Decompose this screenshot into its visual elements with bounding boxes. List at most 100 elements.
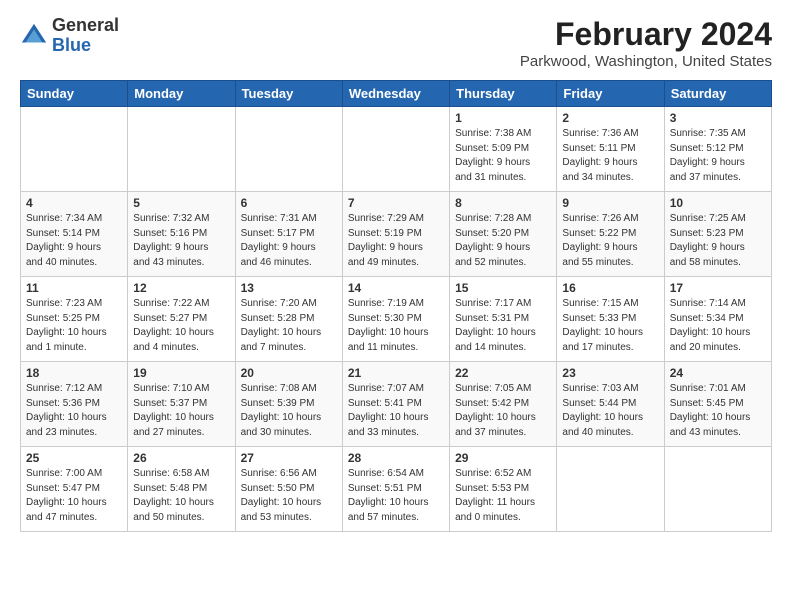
day-content: Sunrise: 7:22 AM Sunset: 5:27 PM Dayligh… [133, 297, 229, 355]
calendar-day-cell: 29Sunrise: 6:52 AM Sunset: 5:53 PM Dayli… [450, 447, 557, 532]
calendar-day-cell: 19Sunrise: 7:10 AM Sunset: 5:37 PM Dayli… [128, 362, 235, 447]
day-content: Sunrise: 7:17 AM Sunset: 5:31 PM Dayligh… [455, 297, 551, 355]
day-of-week-header: Wednesday [342, 81, 449, 107]
logo: General Blue [20, 16, 119, 56]
day-content: Sunrise: 7:36 AM Sunset: 5:11 PM Dayligh… [562, 127, 658, 185]
day-number: 5 [133, 196, 229, 210]
day-number: 3 [670, 111, 766, 125]
logo-general-text: General [52, 15, 119, 35]
page-header: General Blue February 2024 Parkwood, Was… [20, 16, 772, 70]
header-row: SundayMondayTuesdayWednesdayThursdayFrid… [21, 81, 772, 107]
day-content: Sunrise: 7:12 AM Sunset: 5:36 PM Dayligh… [26, 382, 122, 440]
day-number: 17 [670, 281, 766, 295]
calendar-day-cell: 6 Sunrise: 7:31 AM Sunset: 5:17 PM Daylig… [235, 192, 342, 277]
calendar-day-cell: 28Sunrise: 6:54 AM Sunset: 5:51 PM Dayli… [342, 447, 449, 532]
day-number: 23 [562, 366, 658, 380]
calendar-day-cell [128, 107, 235, 192]
day-number: 7 [348, 196, 444, 210]
calendar-day-cell: 10 Sunrise: 7:25 AM Sunset: 5:23 PM Dayli… [664, 192, 771, 277]
day-number: 26 [133, 451, 229, 465]
day-number: 9 [562, 196, 658, 210]
day-content: Sunrise: 7:32 AM Sunset: 5:16 PM Dayligh… [133, 212, 229, 270]
day-content: Sunrise: 7:23 AM Sunset: 5:25 PM Dayligh… [26, 297, 122, 355]
calendar-day-cell: 8Sunrise: 7:28 AM Sunset: 5:20 PM Daylig… [450, 192, 557, 277]
day-of-week-header: Thursday [450, 81, 557, 107]
calendar-day-cell: 14Sunrise: 7:19 AM Sunset: 5:30 PM Dayli… [342, 277, 449, 362]
day-of-week-header: Sunday [21, 81, 128, 107]
day-content: Sunrise: 7:19 AM Sunset: 5:30 PM Dayligh… [348, 297, 444, 355]
calendar-week-row: 25 Sunrise: 7:00 AM Sunset: 5:47 PM Dayli… [21, 447, 772, 532]
day-number: 24 [670, 366, 766, 380]
calendar-day-cell: 24 Sunrise: 7:01 AM Sunset: 5:45 PM Dayli… [664, 362, 771, 447]
day-number: 10 [670, 196, 766, 210]
day-content: Sunrise: 7:25 AM Sunset: 5:23 PM Dayligh… [670, 212, 766, 270]
day-number: 12 [133, 281, 229, 295]
calendar-day-cell: 9 Sunrise: 7:26 AM Sunset: 5:22 PM Daylig… [557, 192, 664, 277]
day-number: 15 [455, 281, 551, 295]
logo-icon [20, 22, 48, 50]
location-subtitle: Parkwood, Washington, United States [520, 53, 772, 70]
calendar-day-cell: 3 Sunrise: 7:35 AM Sunset: 5:12 PM Daylig… [664, 107, 771, 192]
calendar-day-cell: 22 Sunrise: 7:05 AM Sunset: 5:42 PM Dayli… [450, 362, 557, 447]
day-content: Sunrise: 7:05 AM Sunset: 5:42 PM Dayligh… [455, 382, 551, 440]
calendar-day-cell: 16 Sunrise: 7:15 AM Sunset: 5:33 PM Dayli… [557, 277, 664, 362]
day-of-week-header: Monday [128, 81, 235, 107]
day-content: Sunrise: 7:20 AM Sunset: 5:28 PM Dayligh… [241, 297, 337, 355]
logo-blue-text: Blue [52, 35, 91, 55]
day-content: Sunrise: 7:15 AM Sunset: 5:33 PM Dayligh… [562, 297, 658, 355]
day-number: 8 [455, 196, 551, 210]
day-content: Sunrise: 7:26 AM Sunset: 5:22 PM Dayligh… [562, 212, 658, 270]
month-year-title: February 2024 [520, 16, 772, 53]
day-content: Sunrise: 7:07 AM Sunset: 5:41 PM Dayligh… [348, 382, 444, 440]
calendar-day-cell: 23 Sunrise: 7:03 AM Sunset: 5:44 PM Dayli… [557, 362, 664, 447]
calendar-body: 1Sunrise: 7:38 AM Sunset: 5:09 PM Daylig… [21, 107, 772, 532]
day-number: 4 [26, 196, 122, 210]
day-number: 27 [241, 451, 337, 465]
calendar-day-cell: 20 Sunrise: 7:08 AM Sunset: 5:39 PM Dayli… [235, 362, 342, 447]
calendar-week-row: 11 Sunrise: 7:23 AM Sunset: 5:25 PM Dayli… [21, 277, 772, 362]
day-number: 20 [241, 366, 337, 380]
calendar-day-cell [664, 447, 771, 532]
calendar-day-cell [235, 107, 342, 192]
day-number: 22 [455, 366, 551, 380]
calendar-day-cell: 1Sunrise: 7:38 AM Sunset: 5:09 PM Daylig… [450, 107, 557, 192]
day-content: Sunrise: 7:29 AM Sunset: 5:19 PM Dayligh… [348, 212, 444, 270]
calendar-day-cell: 12 Sunrise: 7:22 AM Sunset: 5:27 PM Dayli… [128, 277, 235, 362]
calendar-day-cell: 13Sunrise: 7:20 AM Sunset: 5:28 PM Dayli… [235, 277, 342, 362]
day-number: 25 [26, 451, 122, 465]
day-number: 16 [562, 281, 658, 295]
day-number: 11 [26, 281, 122, 295]
day-number: 29 [455, 451, 551, 465]
day-number: 1 [455, 111, 551, 125]
day-content: Sunrise: 6:56 AM Sunset: 5:50 PM Dayligh… [241, 467, 337, 525]
calendar-header: SundayMondayTuesdayWednesdayThursdayFrid… [21, 81, 772, 107]
calendar-week-row: 4Sunrise: 7:34 AM Sunset: 5:14 PM Daylig… [21, 192, 772, 277]
day-number: 18 [26, 366, 122, 380]
day-content: Sunrise: 7:08 AM Sunset: 5:39 PM Dayligh… [241, 382, 337, 440]
calendar-day-cell [21, 107, 128, 192]
calendar-day-cell: 18 Sunrise: 7:12 AM Sunset: 5:36 PM Dayli… [21, 362, 128, 447]
calendar-day-cell: 17Sunrise: 7:14 AM Sunset: 5:34 PM Dayli… [664, 277, 771, 362]
day-content: Sunrise: 7:31 AM Sunset: 5:17 PM Dayligh… [241, 212, 337, 270]
day-content: Sunrise: 7:03 AM Sunset: 5:44 PM Dayligh… [562, 382, 658, 440]
day-number: 21 [348, 366, 444, 380]
calendar-day-cell: 11 Sunrise: 7:23 AM Sunset: 5:25 PM Dayli… [21, 277, 128, 362]
calendar-day-cell: 5 Sunrise: 7:32 AM Sunset: 5:16 PM Daylig… [128, 192, 235, 277]
day-content: Sunrise: 6:54 AM Sunset: 5:51 PM Dayligh… [348, 467, 444, 525]
day-content: Sunrise: 7:00 AM Sunset: 5:47 PM Dayligh… [26, 467, 122, 525]
day-of-week-header: Tuesday [235, 81, 342, 107]
day-of-week-header: Saturday [664, 81, 771, 107]
day-content: Sunrise: 6:58 AM Sunset: 5:48 PM Dayligh… [133, 467, 229, 525]
calendar-table: SundayMondayTuesdayWednesdayThursdayFrid… [20, 80, 772, 532]
calendar-week-row: 1Sunrise: 7:38 AM Sunset: 5:09 PM Daylig… [21, 107, 772, 192]
day-of-week-header: Friday [557, 81, 664, 107]
day-content: Sunrise: 7:35 AM Sunset: 5:12 PM Dayligh… [670, 127, 766, 185]
day-number: 6 [241, 196, 337, 210]
day-content: Sunrise: 7:10 AM Sunset: 5:37 PM Dayligh… [133, 382, 229, 440]
calendar-day-cell [557, 447, 664, 532]
calendar-day-cell [342, 107, 449, 192]
calendar-day-cell: 15 Sunrise: 7:17 AM Sunset: 5:31 PM Dayli… [450, 277, 557, 362]
calendar-day-cell: 2Sunrise: 7:36 AM Sunset: 5:11 PM Daylig… [557, 107, 664, 192]
day-content: Sunrise: 7:01 AM Sunset: 5:45 PM Dayligh… [670, 382, 766, 440]
logo-text: General Blue [52, 16, 119, 56]
